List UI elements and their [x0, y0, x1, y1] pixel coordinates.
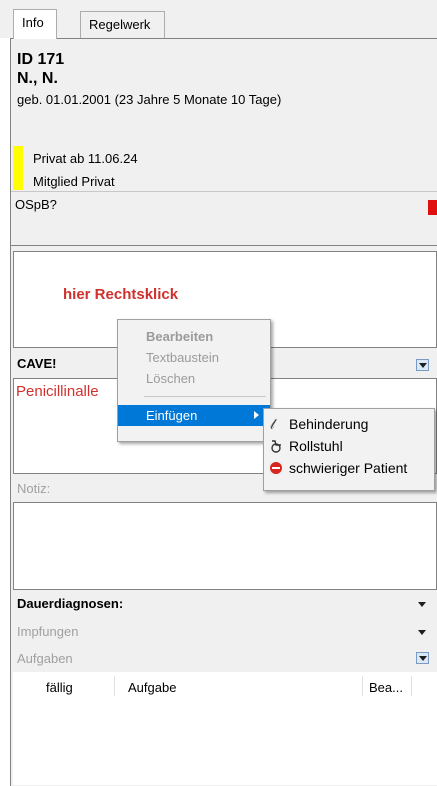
tab-bar [0, 0, 437, 38]
schwieriger-patient-label: schwieriger Patient [289, 460, 408, 476]
patient-info-panel [11, 38, 437, 246]
column-header-faellig[interactable]: fällig [46, 680, 73, 695]
menu-item-textbaustein[interactable]: Textbaustein [118, 347, 270, 368]
submenu-item-schwieriger-patient[interactable]: schwieriger Patient [264, 458, 437, 479]
menu-item-einfuegen[interactable]: Einfügen [118, 405, 270, 426]
column-divider [114, 676, 115, 696]
menu-item-bearbeiten[interactable]: Bearbeiten [118, 326, 270, 347]
tab-info[interactable]: Info [13, 9, 57, 39]
insert-submenu: 𝓁 Behinderung Rollstuhl schwieriger Pati… [263, 408, 435, 491]
dauerdiagnosen-expand-icon[interactable] [418, 602, 426, 607]
patient-name: N., N. [17, 70, 58, 87]
section-impfungen[interactable]: Impfungen [11, 621, 437, 643]
column-header-bearbeiter[interactable]: Bea... [369, 680, 403, 695]
ospb-indicator[interactable] [428, 200, 437, 215]
column-divider [362, 676, 363, 696]
menu-separator [144, 396, 266, 397]
tab-regelwerk-label: Regelwerk [89, 17, 151, 32]
rollstuhl-label: Rollstuhl [289, 438, 343, 454]
impfungen-label: Impfungen [17, 624, 79, 639]
patient-id: ID 171 [17, 51, 65, 68]
column-header-aufgabe[interactable]: Aufgabe [128, 680, 176, 695]
wheelchair-sign-icon: 𝓁 [270, 416, 275, 432]
wheelchair-icon [271, 440, 281, 453]
einfuegen-label: Einfügen [146, 408, 198, 423]
submenu-item-rollstuhl[interactable]: Rollstuhl [264, 436, 437, 457]
menu-item-loeschen[interactable]: Löschen [118, 368, 270, 389]
context-menu: Bearbeiten Textbaustein Löschen Einfügen [117, 319, 271, 442]
stop-sign-icon [270, 462, 282, 474]
patient-birthdate: geb. 01.01.2001 (23 Jahre 5 Monate 10 Ta… [17, 92, 282, 107]
insurance-member: Mitglied Privat [33, 174, 115, 189]
column-divider [411, 676, 412, 696]
section-aufgaben[interactable]: Aufgaben [11, 648, 437, 670]
behinderung-label: Behinderung [289, 416, 369, 432]
submenu-arrow-icon [254, 411, 259, 419]
cave-label: CAVE! [17, 356, 57, 371]
notiz-label: Notiz: [17, 481, 51, 496]
right-click-hint: hier Rechtsklick [63, 286, 179, 303]
cave-text: Penicillinalle [16, 383, 99, 400]
divider [11, 191, 437, 192]
insurance-status: Privat ab 11.06.24 [33, 151, 138, 166]
impfungen-expand-icon[interactable] [418, 630, 426, 635]
ospb-label: OSpB? [15, 197, 57, 212]
section-dauerdiagnosen[interactable]: Dauerdiagnosen: [11, 593, 437, 615]
dauerdiagnosen-label: Dauerdiagnosen: [17, 596, 124, 611]
cave-dropdown-icon[interactable] [416, 359, 429, 371]
aufgaben-dropdown-icon[interactable] [416, 652, 429, 664]
notiz-text-area[interactable] [13, 502, 437, 590]
submenu-item-behinderung[interactable]: 𝓁 Behinderung [264, 414, 437, 435]
aufgaben-label: Aufgaben [17, 651, 73, 666]
tab-info-label: Info [22, 15, 44, 30]
insurance-marker [13, 146, 23, 190]
tab-regelwerk[interactable]: Regelwerk [80, 11, 165, 38]
